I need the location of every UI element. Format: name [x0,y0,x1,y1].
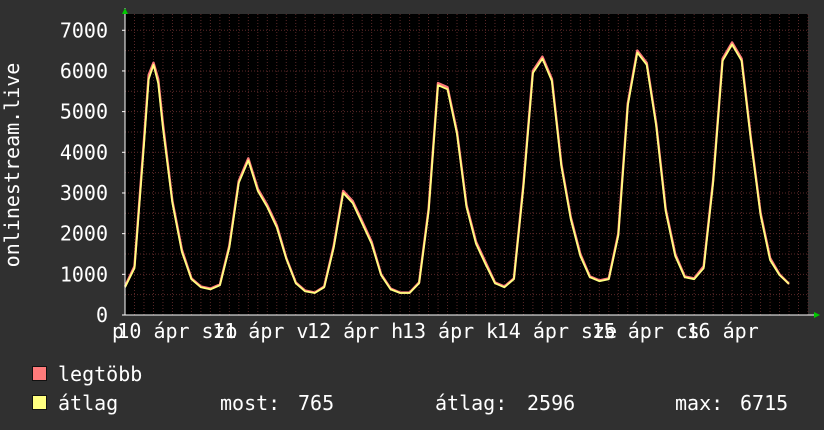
x-weekday-label: k [486,319,498,343]
y-axis-arrow [122,8,128,14]
legend-swatch-avg [32,395,47,410]
stat-avg-value: 2596 [527,391,576,415]
x-tick-label: 10 ápr [117,319,189,343]
x-axis-arrow [814,312,820,318]
x-weekday-label: cs [676,319,700,343]
y-tick-label: 4000 [60,140,108,164]
x-weekday-label: h [391,319,403,343]
x-weekday-label: sze [581,319,617,343]
y-tick-label: 1000 [60,262,108,286]
x-tick-label: 13 ápr [402,319,474,343]
chart: 01000200030004000500060007000 10 ápr 11 á… [0,8,820,343]
x-tick-labels: 10 ápr 11 ápr 12 ápr 13 ápr 14 ápr 15 ápr 16 á… [112,319,759,343]
x-tick-label: 12 ápr [307,319,379,343]
y-tick-label: 5000 [60,100,108,124]
stat-avg-label: átlag: [435,391,508,415]
stat-now-label: most: [220,391,281,415]
x-tick-label: 14 ápr [497,319,569,343]
x-weekday-label: p [112,319,124,343]
y-tick-label: 3000 [60,181,108,205]
stat-now-value: 765 [298,391,335,415]
legend-label-avg: átlag [58,391,119,415]
legend-swatch-max [32,366,47,381]
x-weekday-label: v [296,319,308,343]
y-axis-label: onlinestream.live [0,63,24,268]
y-tick-label: 7000 [60,18,108,42]
stat-max-label: max: [675,391,724,415]
y-tick-labels: 0 1000 2000 3000 4000 5000 6000 7000 [60,18,125,327]
stat-max-value: 6715 [740,391,789,415]
y-tick-label: 6000 [60,59,108,83]
legend-label-max: legtöbb [58,362,143,386]
y-tick-label: 0 [96,303,108,327]
y-tick-label: 2000 [60,222,108,246]
x-weekday-label: szo [201,319,237,343]
